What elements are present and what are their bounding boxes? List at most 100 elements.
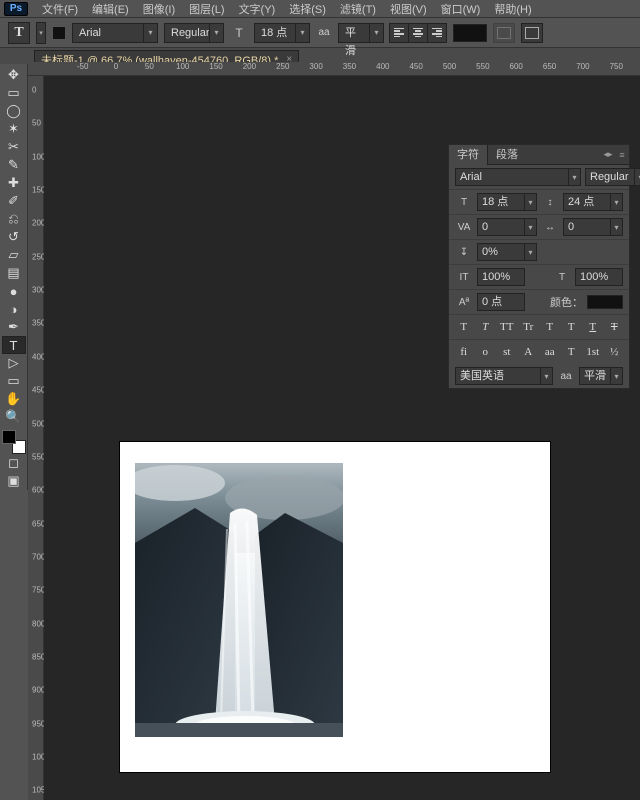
shape-tool[interactable]: ▭ bbox=[2, 372, 26, 390]
stamp-tool[interactable]: ⎌ bbox=[2, 210, 26, 228]
toggle-char-panel-button[interactable] bbox=[521, 23, 543, 43]
panel-font-style-value: Regular bbox=[586, 168, 634, 186]
collapse-icon[interactable]: ◂▸ bbox=[601, 148, 615, 162]
app-logo-icon: Ps bbox=[4, 2, 28, 16]
text-color-swatch[interactable] bbox=[453, 24, 487, 42]
document-canvas[interactable] bbox=[120, 442, 550, 772]
fractions-button[interactable]: ½ bbox=[605, 344, 623, 360]
titling-button[interactable]: T bbox=[562, 344, 580, 360]
history-brush-tool[interactable]: ↺ bbox=[2, 228, 26, 246]
font-style-select[interactable]: Regular ▾ bbox=[164, 23, 224, 43]
strike-button[interactable]: T bbox=[605, 319, 623, 335]
eyedropper-tool[interactable]: ✎ bbox=[2, 156, 26, 174]
discretionary-button[interactable]: st bbox=[498, 344, 516, 360]
panel-menu-icon[interactable]: ≡ bbox=[615, 148, 629, 162]
hand-tool[interactable]: ✋ bbox=[2, 390, 26, 408]
panel-baseline-shift-value: 0 点 bbox=[478, 293, 524, 311]
type-tool[interactable]: T bbox=[2, 336, 26, 354]
menu-layer[interactable]: 图层(L) bbox=[189, 1, 224, 17]
align-center-button[interactable] bbox=[408, 23, 428, 43]
panel-tracking-select[interactable]: 0▾ bbox=[563, 218, 623, 236]
italic-button[interactable]: T bbox=[476, 319, 494, 335]
menu-image[interactable]: 图像(I) bbox=[143, 1, 175, 17]
ligature-button[interactable]: fi bbox=[455, 344, 473, 360]
align-right-button[interactable] bbox=[427, 23, 447, 43]
tracking-icon: ↔ bbox=[541, 219, 559, 235]
color-swatches[interactable] bbox=[2, 430, 26, 454]
contextual-button[interactable]: o bbox=[476, 344, 494, 360]
move-tool[interactable]: ✥ bbox=[2, 66, 26, 84]
zoom-tool[interactable]: 🔍 bbox=[2, 408, 26, 426]
orientation-icon[interactable] bbox=[52, 26, 66, 40]
smallcaps-button[interactable]: Tr bbox=[519, 319, 537, 335]
panel-vscale[interactable]: 100% bbox=[477, 268, 525, 286]
options-bar: T ▾ Arial ▾ Regular ▾ T 18 点 ▾ aa 平滑 ▾ bbox=[0, 18, 640, 48]
blur-tool[interactable]: ● bbox=[2, 282, 26, 300]
panel-hscale-value: 100% bbox=[576, 268, 622, 286]
dodge-tool[interactable]: ◑ bbox=[2, 300, 26, 318]
marquee-tool[interactable]: ▭ bbox=[2, 84, 26, 102]
panel-antialias-select[interactable]: 平滑▾ bbox=[579, 367, 623, 385]
tab-paragraph[interactable]: 段落 bbox=[488, 145, 526, 165]
panel-kerning-select[interactable]: 0▾ bbox=[477, 218, 537, 236]
ordinals-button[interactable]: 1st bbox=[584, 344, 602, 360]
underline-button[interactable]: T bbox=[584, 319, 602, 335]
lasso-tool[interactable]: ◯ bbox=[2, 102, 26, 120]
antialias-select[interactable]: 平滑 ▾ bbox=[338, 23, 384, 43]
panel-kerning-value: 0 bbox=[478, 218, 524, 236]
tool-icon-type: T bbox=[8, 22, 30, 44]
tab-character[interactable]: 字符 bbox=[449, 145, 488, 165]
font-family-select[interactable]: Arial ▾ bbox=[72, 23, 158, 43]
menu-view[interactable]: 视图(V) bbox=[390, 1, 427, 17]
superscript-button[interactable]: T bbox=[541, 319, 559, 335]
menu-file[interactable]: 文件(F) bbox=[42, 1, 78, 17]
panel-leading-select[interactable]: 24 点▾ bbox=[563, 193, 623, 211]
aa-icon: aa bbox=[557, 368, 575, 384]
heal-tool[interactable]: ✚ bbox=[2, 174, 26, 192]
panel-font-family-select[interactable]: Arial▾ bbox=[455, 168, 581, 186]
pen-tool[interactable]: ✒ bbox=[2, 318, 26, 336]
magic-wand-tool[interactable]: ✶ bbox=[2, 120, 26, 138]
ruler-horizontal: -500501001502002503003504004505005506006… bbox=[28, 62, 640, 76]
antialias-icon: aa bbox=[316, 25, 332, 41]
swash-button[interactable]: A bbox=[519, 344, 537, 360]
panel-baseline-value: 0% bbox=[478, 243, 524, 261]
allcaps-button[interactable]: TT bbox=[498, 319, 516, 335]
quickmask-icon[interactable]: ◻ bbox=[2, 454, 26, 472]
menu-filter[interactable]: 滤镜(T) bbox=[340, 1, 376, 17]
subscript-button[interactable]: T bbox=[562, 319, 580, 335]
chevron-down-icon: ▾ bbox=[209, 24, 223, 42]
panel-font-size-select[interactable]: 18 点▾ bbox=[477, 193, 537, 211]
placed-image[interactable] bbox=[135, 463, 343, 737]
panel-leading-value: 24 点 bbox=[564, 193, 610, 211]
opentype-buttons: fi o st A aa T 1st ½ bbox=[449, 339, 629, 364]
path-select-tool[interactable]: ▷ bbox=[2, 354, 26, 372]
panel-hscale[interactable]: 100% bbox=[575, 268, 623, 286]
gradient-tool[interactable]: ▤ bbox=[2, 264, 26, 282]
language-select[interactable]: 美国英语▾ bbox=[455, 367, 553, 385]
warp-text-button[interactable] bbox=[493, 23, 515, 43]
menu-edit[interactable]: 编辑(E) bbox=[92, 1, 129, 17]
ruler-vertical: 0501001502002503003504004505005506006507… bbox=[28, 76, 44, 800]
font-size-select[interactable]: 18 点 ▾ bbox=[254, 23, 310, 43]
hscale-icon: T bbox=[553, 269, 571, 285]
crop-tool[interactable]: ✂ bbox=[2, 138, 26, 156]
panel-baseline-select[interactable]: 0%▾ bbox=[477, 243, 537, 261]
align-left-button[interactable] bbox=[389, 23, 409, 43]
bold-button[interactable]: T bbox=[455, 319, 473, 335]
menu-select[interactable]: 选择(S) bbox=[289, 1, 326, 17]
font-size-icon: T bbox=[230, 24, 248, 42]
panel-font-style-select[interactable]: Regular▾ bbox=[585, 168, 640, 186]
stylistic-button[interactable]: aa bbox=[541, 344, 559, 360]
menu-help[interactable]: 帮助(H) bbox=[494, 1, 531, 17]
color-label: 颜色： bbox=[550, 294, 583, 310]
panel-baseline-shift[interactable]: 0 点 bbox=[477, 293, 525, 311]
tool-preset-chevron-icon[interactable]: ▾ bbox=[36, 22, 46, 44]
panel-color-swatch[interactable] bbox=[587, 295, 623, 309]
screenmode-icon[interactable]: ▣ bbox=[2, 472, 26, 490]
eraser-tool[interactable]: ▱ bbox=[2, 246, 26, 264]
brush-tool[interactable]: ✐ bbox=[2, 192, 26, 210]
workspace: ✥ ▭ ◯ ✶ ✂ ✎ ✚ ✐ ⎌ ↺ ▱ ▤ ● ◑ ✒ T ▷ ▭ ✋ 🔍 … bbox=[0, 68, 640, 800]
menu-window[interactable]: 窗口(W) bbox=[441, 1, 481, 17]
menu-type[interactable]: 文字(Y) bbox=[239, 1, 276, 17]
